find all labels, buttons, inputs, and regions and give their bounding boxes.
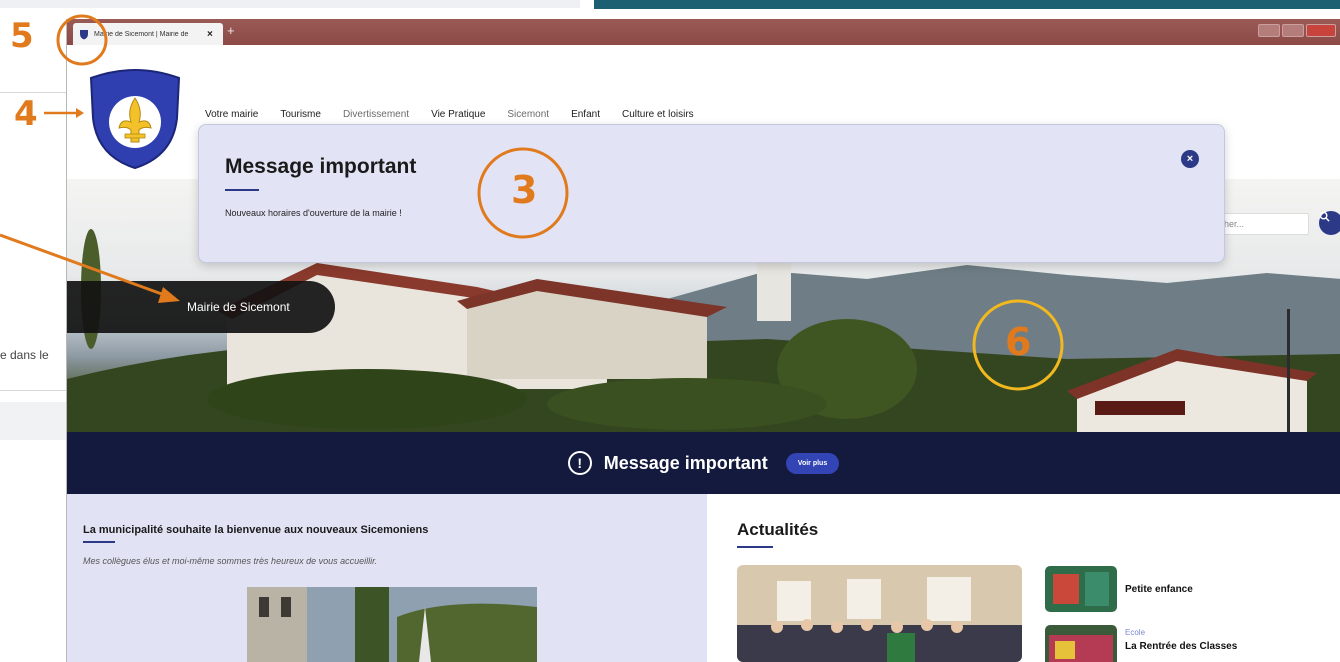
news-item-title[interactable]: La Rentrée des Classes — [1125, 641, 1237, 652]
background-page-strip — [0, 0, 580, 8]
news-section: Actualités Petite enfance Ecole La Rentr… — [707, 494, 1340, 662]
background-gray-block — [0, 402, 70, 440]
modal-close-icon[interactable]: × — [1181, 150, 1199, 168]
welcome-underline — [83, 541, 115, 543]
nav-item-divertissement[interactable]: Divertissement — [343, 109, 409, 120]
annotation-number-5: 5 — [10, 16, 34, 56]
hero-caption-text: Mairie de Sicemont — [187, 300, 290, 314]
minimize-button[interactable] — [1258, 24, 1280, 37]
nav-item-votre-mairie[interactable]: Votre mairie — [205, 109, 258, 120]
browser-titlebar: Mairie de Sicemont | Mairie de × + — [67, 19, 1340, 45]
modal-body-text: Nouveaux horaires d'ouverture de la mair… — [225, 208, 402, 218]
hero-caption: Mairie de Sicemont — [67, 281, 335, 333]
browser-window: Mairie de Sicemont | Mairie de × + Votre… — [66, 19, 1340, 662]
nav-item-sicemont[interactable]: Sicemont — [507, 109, 549, 120]
nav-item-vie-pratique[interactable]: Vie Pratique — [431, 109, 485, 120]
welcome-title: La municipalité souhaite la bienvenue au… — [83, 524, 429, 536]
close-window-button[interactable] — [1306, 24, 1336, 37]
modal-title-underline — [225, 189, 259, 191]
background-divider — [0, 92, 70, 93]
welcome-subtitle: Mes collègues élus et moi-même sommes tr… — [83, 556, 378, 566]
window-controls — [1258, 24, 1336, 37]
modal-title: Message important — [225, 155, 417, 178]
main-navigation: Votre mairie Tourisme Divertissement Vie… — [205, 109, 716, 120]
news-underline — [737, 546, 773, 548]
news-main-photo[interactable] — [737, 565, 1022, 662]
search-input[interactable]: her... — [1215, 213, 1309, 235]
news-item-photo[interactable] — [1045, 625, 1117, 662]
alert-bar-title: Message important — [603, 452, 768, 473]
browser-tab[interactable]: Mairie de Sicemont | Mairie de × — [73, 23, 223, 45]
news-item-photo[interactable] — [1045, 566, 1117, 612]
background-page-text: e dans le — [0, 348, 49, 362]
voir-plus-button[interactable]: Voir plus — [785, 452, 840, 474]
nav-item-enfant[interactable]: Enfant — [571, 109, 600, 120]
browser-tab-title: Mairie de Sicemont | Mairie de — [94, 30, 189, 38]
news-item-category: Ecole — [1125, 628, 1146, 637]
annotation-number-4: 4 — [14, 94, 38, 134]
annotation-number-6: 6 — [1005, 320, 1032, 364]
background-divider — [0, 390, 70, 391]
screenshot-stage: e dans le Mairie de Sicemont | Mairie de… — [0, 0, 1340, 662]
important-message-bar: ! Message important Voir plus — [67, 432, 1340, 494]
search-button[interactable] — [1319, 211, 1340, 235]
important-message-modal: Message important Nouveaux horaires d'ou… — [198, 124, 1225, 263]
annotation-number-3: 3 — [511, 168, 538, 212]
welcome-panel: La municipalité souhaite la bienvenue au… — [67, 494, 707, 662]
new-tab-button[interactable]: + — [227, 23, 235, 38]
welcome-photo — [247, 587, 537, 662]
exclamation-circle-icon: ! — [567, 451, 592, 475]
news-title: Actualités — [737, 520, 819, 539]
news-item-title[interactable]: Petite enfance — [1125, 584, 1193, 595]
search-icon — [1319, 211, 1330, 222]
maximize-button[interactable] — [1282, 24, 1304, 37]
tab-close-icon[interactable]: × — [207, 29, 213, 40]
background-teal-band — [594, 0, 1340, 9]
nav-item-culture-et-loisirs[interactable]: Culture et loisirs — [622, 109, 694, 120]
shield-favicon-icon — [80, 29, 88, 39]
nav-item-tourisme[interactable]: Tourisme — [280, 109, 321, 120]
shield-logo-icon[interactable] — [87, 66, 183, 170]
